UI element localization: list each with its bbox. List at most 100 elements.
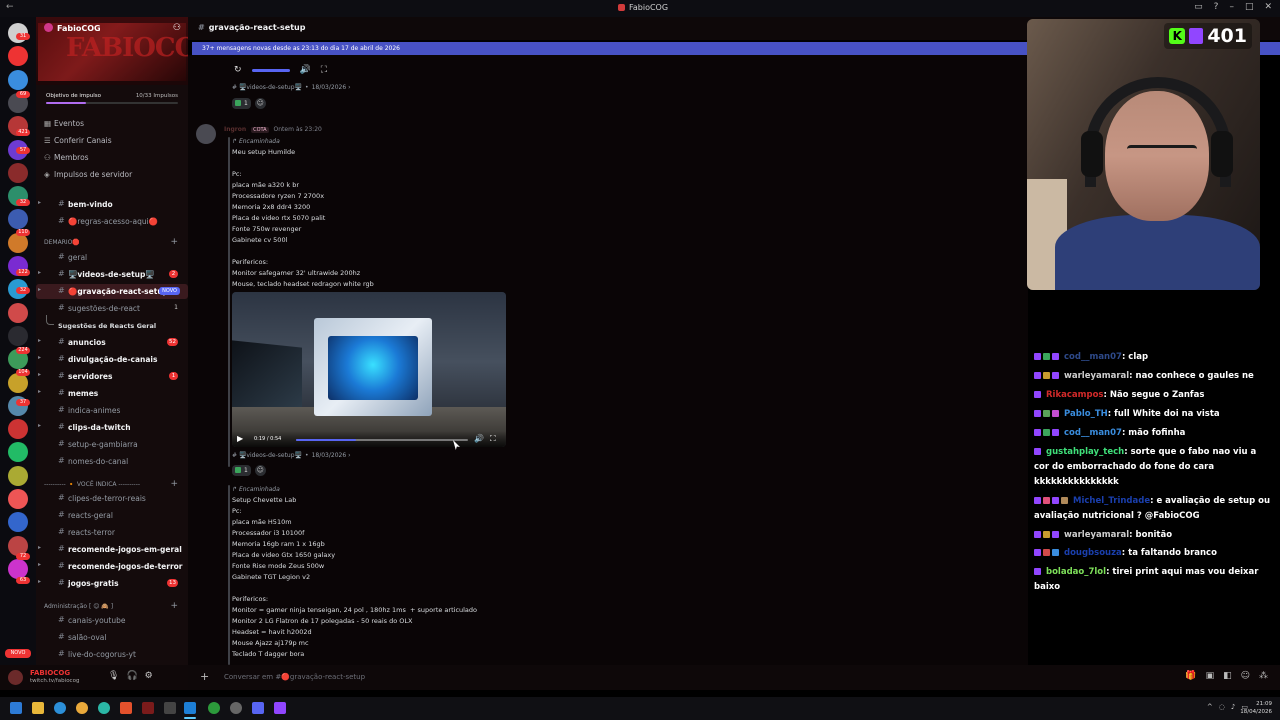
server-icon[interactable] xyxy=(8,512,28,533)
expand-arrow-icon[interactable]: ▸ xyxy=(38,561,41,568)
channel-item[interactable]: # clipes-de-terror-reais xyxy=(36,491,188,506)
server-icon[interactable] xyxy=(8,558,28,579)
expand-arrow-icon[interactable]: ▸ xyxy=(38,544,41,551)
store-icon[interactable] xyxy=(164,702,176,714)
server-icon[interactable] xyxy=(8,46,28,67)
channel-item[interactable]: # ▸ divulgação-de-canais xyxy=(36,352,188,367)
reaction-checkmark[interactable]: 1 xyxy=(232,98,251,109)
app-icon[interactable] xyxy=(230,702,242,714)
video-attachment[interactable]: ▶ 0:19 / 0:54 🔊 ⛶ xyxy=(232,292,506,447)
steam-icon[interactable] xyxy=(184,702,196,714)
xbox-icon[interactable] xyxy=(208,702,220,714)
expand-arrow-icon[interactable]: ▸ xyxy=(38,422,41,429)
expand-arrow-icon[interactable]: ▸ xyxy=(38,388,41,395)
server-icon[interactable] xyxy=(8,69,28,90)
server-icon[interactable] xyxy=(8,162,28,183)
channel-item[interactable]: # ▸ bem-vindo xyxy=(36,197,188,212)
channel-item[interactable]: # reacts-geral xyxy=(36,508,188,523)
file-explorer-icon[interactable] xyxy=(32,702,44,714)
video-seek-bar[interactable] xyxy=(296,439,468,441)
chrome-browser-icon[interactable] xyxy=(76,702,88,714)
message-source-link[interactable]: # 🖥️videos-de-setup🖥️ • 18/03/2026 › xyxy=(232,452,350,459)
author-avatar[interactable] xyxy=(196,124,216,144)
server-icon[interactable] xyxy=(8,209,28,230)
fullscreen-icon[interactable]: ⛶ xyxy=(490,434,496,444)
channel-item[interactable]: # ▸ servidores 1 xyxy=(36,369,188,384)
network-icon[interactable]: ◌ xyxy=(1219,703,1225,711)
gif-icon[interactable]: ▣ xyxy=(1206,671,1215,681)
volume-icon[interactable]: 🔊 xyxy=(300,65,311,75)
app-icon[interactable] xyxy=(98,702,110,714)
add-channel-icon[interactable]: + xyxy=(170,479,178,489)
server-icon[interactable] xyxy=(8,465,28,486)
maximize-icon[interactable]: □ xyxy=(1245,2,1254,12)
help-icon[interactable]: ? xyxy=(1214,2,1219,12)
user-name[interactable]: FABIOCOG xyxy=(30,669,70,677)
channel-item[interactable]: # canais-youtube xyxy=(36,613,188,628)
expand-arrow-icon[interactable]: ▸ xyxy=(38,337,41,344)
channel-item[interactable]: # geral xyxy=(36,250,188,265)
volume-icon[interactable]: 🔊 xyxy=(474,434,484,443)
add-channel-icon[interactable]: + xyxy=(170,601,178,611)
category-administracao[interactable]: Administração [ 😊 🙈 ] xyxy=(44,603,113,610)
nav-events[interactable]: ▦ Eventos xyxy=(44,119,84,128)
thread-item[interactable]: Sugestões de Reacts Geral xyxy=(36,315,188,334)
headphones-icon[interactable]: 🎧 xyxy=(126,671,137,681)
channel-item[interactable]: # ▸ anuncios 52 xyxy=(36,335,188,350)
brave-browser-icon[interactable] xyxy=(120,702,132,714)
microphone-icon[interactable]: 🎙 xyxy=(108,671,119,681)
channel-item[interactable]: # ▸ recomende-jogos-em-geral xyxy=(36,542,188,557)
author-name[interactable]: Ingron xyxy=(224,126,246,133)
channel-item[interactable]: # live-do-cogorus-yt xyxy=(36,647,188,662)
category-demario[interactable]: DEMARIO🛑 xyxy=(44,239,80,246)
user-avatar[interactable] xyxy=(8,670,23,685)
discord-icon[interactable] xyxy=(252,702,264,714)
channel-item[interactable]: # ▸ recomende-jogos-de-terror xyxy=(36,559,188,574)
emoji-icon[interactable]: ☺ xyxy=(1241,671,1250,681)
channel-item[interactable]: # setup-e-gambiarra xyxy=(36,437,188,452)
speaker-icon[interactable]: ♪ xyxy=(1231,703,1235,711)
close-icon[interactable]: ✕ xyxy=(1264,2,1272,12)
windows-start-icon[interactable] xyxy=(10,702,22,714)
gift-icon[interactable]: 🎁 xyxy=(1185,671,1196,681)
inbox-icon[interactable]: ▭ xyxy=(1194,2,1203,12)
channel-item[interactable]: # ▸ memes xyxy=(36,386,188,401)
add-channel-icon[interactable]: + xyxy=(170,237,178,247)
settings-gear-icon[interactable]: ⚙ xyxy=(145,671,153,681)
channel-item[interactable]: # ▸ 🔴gravação-react-setup NOVO xyxy=(36,284,188,299)
taskbar-clock[interactable]: 21:09 18/04/2026 xyxy=(1240,700,1272,716)
apps-icon[interactable]: ⁂ xyxy=(1259,671,1268,681)
server-icon[interactable] xyxy=(8,325,28,346)
invite-people-icon[interactable]: ⚇ xyxy=(173,23,181,33)
minimize-icon[interactable]: – xyxy=(1229,2,1234,12)
expand-arrow-icon[interactable]: ▸ xyxy=(38,199,41,206)
channel-item[interactable]: # reacts-terror xyxy=(36,525,188,540)
back-arrow-icon[interactable]: ← xyxy=(6,2,14,12)
channel-item[interactable]: # ▸ clips-da-twitch xyxy=(36,420,188,435)
server-icon[interactable] xyxy=(8,442,28,463)
channel-item[interactable]: # salão-oval xyxy=(36,630,188,645)
server-name[interactable]: FabioCOG xyxy=(44,23,101,33)
server-icon[interactable] xyxy=(8,302,28,323)
add-reaction-icon[interactable]: ☺ xyxy=(254,465,266,476)
fullscreen-icon[interactable]: ⛶ xyxy=(321,65,327,75)
expand-arrow-icon[interactable]: ▸ xyxy=(38,371,41,378)
upload-plus-icon[interactable]: + xyxy=(200,670,209,683)
server-icon[interactable] xyxy=(8,419,28,440)
channel-item[interactable]: # 🔴regras-acesso-aqui🔴 xyxy=(36,214,188,229)
expand-arrow-icon[interactable]: ▸ xyxy=(38,578,41,585)
replay-icon[interactable]: ↻ xyxy=(234,65,242,75)
boost-goal[interactable]: Objetivo de impulso 10/33 Impulsos xyxy=(40,91,184,104)
channel-item[interactable]: # nomes-do-canal xyxy=(36,454,188,469)
play-icon[interactable]: ▶ xyxy=(237,434,243,443)
category-voce-indica[interactable]: ---------- 🔸 VOCÊ INDICA ---------- xyxy=(44,481,140,488)
channel-item[interactable]: # ▸ jogos-gratis 13 xyxy=(36,576,188,591)
app-icon[interactable] xyxy=(142,702,154,714)
chevron-up-icon[interactable]: ^ xyxy=(1207,703,1213,711)
message-source-link[interactable]: # 🖥️videos-de-setup🖥️ • 18/03/2026 › xyxy=(232,84,350,91)
expand-arrow-icon[interactable]: ▸ xyxy=(38,354,41,361)
add-reaction-icon[interactable]: ☺ xyxy=(254,98,266,109)
channel-item[interactable]: # indica-animes xyxy=(36,403,188,418)
edge-browser-icon[interactable] xyxy=(54,702,66,714)
expand-arrow-icon[interactable]: ▸ xyxy=(38,286,41,293)
